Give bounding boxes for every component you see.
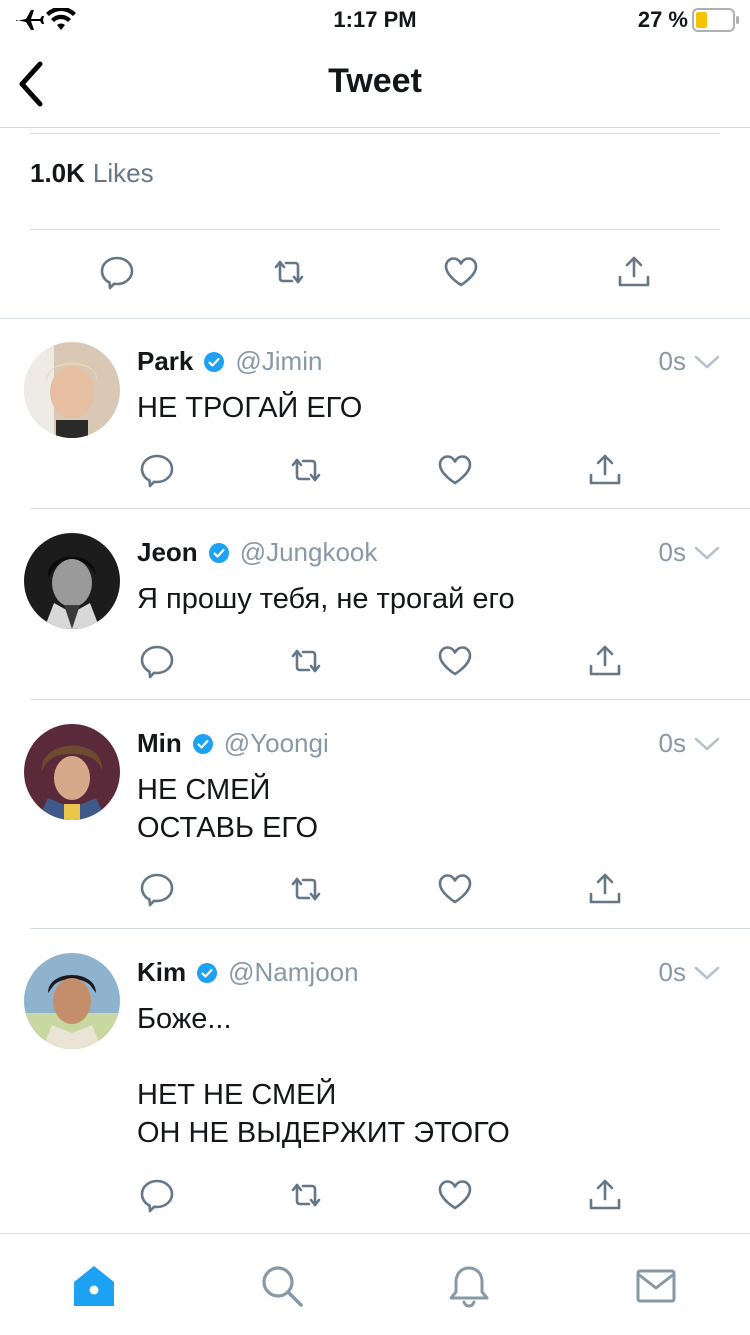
- chevron-down-icon[interactable]: [694, 545, 720, 561]
- home-icon[interactable]: [72, 1264, 116, 1308]
- reply-icon[interactable]: [139, 1177, 175, 1213]
- verified-icon: [192, 733, 213, 754]
- avatar[interactable]: [24, 953, 120, 1049]
- reply-header: Park @Jimin: [137, 346, 322, 377]
- share-icon[interactable]: [587, 643, 623, 679]
- retweet-icon[interactable]: [271, 254, 307, 290]
- nav-divider: [0, 127, 750, 128]
- share-icon[interactable]: [587, 871, 623, 907]
- reply-tweet[interactable]: Park @Jimin 0s НЕ ТРОГАЙ ЕГО: [0, 318, 750, 508]
- reply-text-line: [137, 1038, 510, 1076]
- status-bar: 1:17 PM 27 %: [0, 0, 750, 40]
- messages-icon[interactable]: [634, 1264, 678, 1308]
- battery-percent: 27 %: [637, 7, 688, 32]
- like-icon[interactable]: [437, 643, 473, 679]
- reply-time: 0s: [658, 537, 686, 567]
- tab-bar: [0, 1233, 750, 1335]
- reply-time: 0s: [658, 728, 686, 758]
- reply-text: Я прошу тебя, не трогай его: [137, 580, 515, 618]
- avatar[interactable]: [24, 533, 120, 629]
- reply-tweet[interactable]: Kim @Namjoon 0s Боже... НЕТ НЕ СМЕЙ ОН Н…: [0, 929, 750, 1233]
- reply-text-line: Я прошу тебя, не трогай его: [137, 583, 515, 615]
- like-icon[interactable]: [437, 452, 473, 488]
- reply-header: Jeon @Jungkook: [137, 537, 377, 568]
- reply-text-line: ОСТАВЬ ЕГО: [137, 812, 319, 844]
- reply-text-line: НЕ СМЕЙ: [137, 774, 271, 806]
- user-handle[interactable]: @Jungkook: [240, 537, 378, 568]
- verified-icon: [197, 962, 218, 983]
- retweet-icon[interactable]: [288, 871, 324, 907]
- retweet-icon[interactable]: [288, 643, 324, 679]
- avatar[interactable]: [24, 724, 120, 820]
- reply-icon[interactable]: [139, 452, 175, 488]
- user-handle[interactable]: @Namjoon: [228, 957, 358, 988]
- reply-header: Kim @Namjoon: [137, 957, 359, 988]
- reply-icon[interactable]: [99, 254, 135, 290]
- user-handle[interactable]: @Jimin: [235, 346, 322, 377]
- notifications-icon[interactable]: [447, 1264, 491, 1308]
- chevron-down-icon[interactable]: [694, 965, 720, 981]
- reply-tweet[interactable]: Jeon @Jungkook 0s Я прошу тебя, не трога…: [0, 509, 750, 699]
- retweet-icon[interactable]: [288, 452, 324, 488]
- battery-icon: [692, 8, 739, 32]
- reply-text: НЕ ТРОГАЙ ЕГО: [137, 389, 362, 427]
- like-icon[interactable]: [437, 871, 473, 907]
- avatar[interactable]: [24, 342, 120, 438]
- reply-text: Боже... НЕТ НЕ СМЕЙ ОН НЕ ВЫДЕРЖИТ ЭТОГО: [137, 1000, 510, 1152]
- reply-header: Min @Yoongi: [137, 728, 329, 759]
- likes-label: Likes: [92, 158, 154, 188]
- reply-text-line: НЕ ТРОГАЙ ЕГО: [137, 392, 363, 424]
- reply-icon[interactable]: [139, 643, 175, 679]
- reply-text-line: Боже...: [137, 1003, 232, 1035]
- display-name[interactable]: Jeon: [137, 537, 198, 568]
- reply-tweet[interactable]: Min @Yoongi 0s НЕ СМЕЙ ОСТАВЬ ЕГО: [0, 700, 750, 928]
- verified-icon: [204, 351, 225, 372]
- chevron-down-icon[interactable]: [694, 354, 720, 370]
- reply-icon[interactable]: [139, 871, 175, 907]
- page-title: Tweet: [328, 62, 422, 100]
- like-icon[interactable]: [437, 1177, 473, 1213]
- like-icon[interactable]: [443, 254, 479, 290]
- reply-time: 0s: [658, 957, 686, 987]
- reply-text-line: НЕТ НЕ СМЕЙ: [137, 1079, 337, 1111]
- share-icon[interactable]: [587, 1177, 623, 1213]
- likes-count: 1.0K: [30, 158, 85, 188]
- verified-icon: [208, 542, 229, 563]
- user-handle[interactable]: @Yoongi: [224, 728, 329, 759]
- divider: [30, 133, 720, 134]
- reply-time: 0s: [658, 346, 686, 376]
- divider: [30, 229, 720, 230]
- likes-stat[interactable]: 1.0K Likes: [30, 158, 154, 189]
- display-name[interactable]: Kim: [137, 957, 186, 988]
- search-icon[interactable]: [260, 1264, 304, 1308]
- display-name[interactable]: Min: [137, 728, 182, 759]
- reply-text: НЕ СМЕЙ ОСТАВЬ ЕГО: [137, 771, 318, 847]
- share-icon[interactable]: [587, 452, 623, 488]
- retweet-icon[interactable]: [288, 1177, 324, 1213]
- share-icon[interactable]: [616, 254, 652, 290]
- chevron-down-icon[interactable]: [694, 736, 720, 752]
- reply-text-line: ОН НЕ ВЫДЕРЖИТ ЭТОГО: [137, 1117, 510, 1149]
- display-name[interactable]: Park: [137, 346, 193, 377]
